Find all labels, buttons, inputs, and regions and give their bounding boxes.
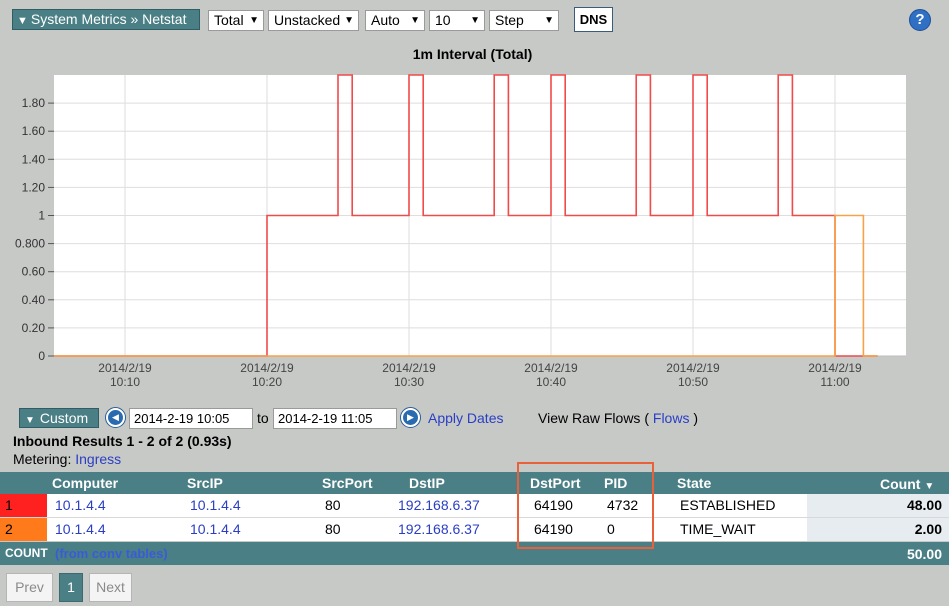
state-cell: TIME_WAIT <box>680 521 756 537</box>
date-mode-button[interactable]: ▼ Custom <box>19 408 99 428</box>
x-tick-label-time: 11:00 <box>820 375 849 389</box>
y-tick-label: 1.20 <box>22 180 46 194</box>
metering-label: Metering: <box>13 451 72 467</box>
column-header-computer[interactable]: Computer <box>52 475 118 491</box>
y-tick-label: 1.40 <box>22 152 46 166</box>
y-tick-label: 0 <box>38 349 45 363</box>
column-header-srcport[interactable]: SrcPort <box>322 475 373 491</box>
y-tick-label: 1 <box>38 209 45 223</box>
triangle-down-icon: ▼ <box>25 415 35 426</box>
arrow-left-icon: ◀ <box>108 410 123 425</box>
y-tick-label: 0.800 <box>15 237 45 251</box>
srcport-cell: 80 <box>325 497 341 513</box>
apply-dates-link[interactable]: Apply Dates <box>428 410 503 426</box>
count-value: 48.00 <box>906 497 942 513</box>
x-tick-label-time: 10:50 <box>678 375 708 389</box>
dstport-cell: 64190 <box>534 497 573 513</box>
column-header-count-label: Count <box>880 476 921 492</box>
arrow-right-icon: ▶ <box>403 410 418 425</box>
y-tick-label: 1.60 <box>22 124 46 138</box>
table-footer: COUNT (from conv tables) 50.00 <box>0 542 949 565</box>
computer-link[interactable]: 10.1.4.4 <box>55 497 106 513</box>
view-raw-flows: View Raw Flows ( Flows ) <box>538 410 698 426</box>
date-mode-label: Custom <box>39 410 89 426</box>
dstip-link[interactable]: 192.168.6.37 <box>398 521 480 537</box>
date-from-input[interactable] <box>129 408 253 429</box>
conv-tables-link[interactable]: (from conv tables) <box>55 546 168 561</box>
column-header-dstip[interactable]: DstIP <box>409 475 445 491</box>
x-tick-label-date: 2014/2/19 <box>382 361 436 375</box>
next-range-button[interactable]: ▶ <box>400 407 421 428</box>
row-index: 2 <box>0 518 47 541</box>
column-header-state[interactable]: State <box>677 475 711 491</box>
x-tick-label-date: 2014/2/19 <box>808 361 862 375</box>
x-tick-label-time: 10:20 <box>252 375 282 389</box>
view-raw-flows-label: View Raw Flows ( <box>538 410 649 426</box>
current-page-button[interactable]: 1 <box>59 573 83 602</box>
x-tick-label-time: 10:10 <box>110 375 140 389</box>
chart: 0 0.20 0.40 0.60 0.800 1 1.20 1.40 1.60 1.80 2014/… <box>15 74 906 389</box>
srcip-link[interactable]: 10.1.4.4 <box>190 521 241 537</box>
y-tick-label: 1.80 <box>22 96 46 110</box>
metering-link[interactable]: Ingress <box>75 451 121 467</box>
column-header-pid[interactable]: PID <box>604 475 627 491</box>
y-tick-label: 0.60 <box>22 265 46 279</box>
prev-range-button[interactable]: ◀ <box>105 407 126 428</box>
y-tick-label: 0.20 <box>22 321 46 335</box>
x-tick-label-date: 2014/2/19 <box>524 361 578 375</box>
srcip-link[interactable]: 10.1.4.4 <box>190 497 241 513</box>
x-tick-label-date: 2014/2/19 <box>98 361 152 375</box>
prev-page-button[interactable]: Prev <box>6 573 53 602</box>
results-title: Inbound Results 1 - 2 of 2 (0.93s) <box>13 433 232 449</box>
x-tick-label-time: 10:30 <box>394 375 424 389</box>
state-cell: ESTABLISHED <box>680 497 776 513</box>
pid-cell: 4732 <box>607 497 639 513</box>
footer-count-label: COUNT <box>5 546 48 560</box>
table-header: Computer SrcIP SrcPort DstIP DstPort PID… <box>0 472 949 494</box>
flows-link[interactable]: Flows <box>653 410 690 426</box>
next-page-button[interactable]: Next <box>89 573 132 602</box>
pid-cell: 0 <box>607 521 615 537</box>
metering: Metering: Ingress <box>13 451 121 467</box>
dstport-cell: 64190 <box>534 521 573 537</box>
footer-total: 50.00 <box>906 546 942 562</box>
y-tick-label: 0.40 <box>22 293 46 307</box>
x-tick-label-time: 10:40 <box>536 375 566 389</box>
srcport-cell: 80 <box>325 521 341 537</box>
column-header-dstport[interactable]: DstPort <box>530 475 581 491</box>
table-row[interactable]: 2 10.1.4.4 10.1.4.4 80 192.168.6.37 6419… <box>0 518 949 541</box>
x-tick-label-date: 2014/2/19 <box>666 361 720 375</box>
row-index: 1 <box>0 494 47 517</box>
to-label: to <box>257 410 269 426</box>
date-to-input[interactable] <box>273 408 397 429</box>
dstip-link[interactable]: 192.168.6.37 <box>398 497 480 513</box>
x-tick-label-date: 2014/2/19 <box>240 361 294 375</box>
column-header-count[interactable]: Count ▼ <box>880 476 934 492</box>
column-header-srcip[interactable]: SrcIP <box>187 475 223 491</box>
table-row[interactable]: 1 10.1.4.4 10.1.4.4 80 192.168.6.37 6419… <box>0 494 949 517</box>
computer-link[interactable]: 10.1.4.4 <box>55 521 106 537</box>
view-raw-flows-close: ) <box>693 410 699 426</box>
count-value: 2.00 <box>914 521 942 537</box>
sort-down-icon: ▼ <box>924 481 935 492</box>
